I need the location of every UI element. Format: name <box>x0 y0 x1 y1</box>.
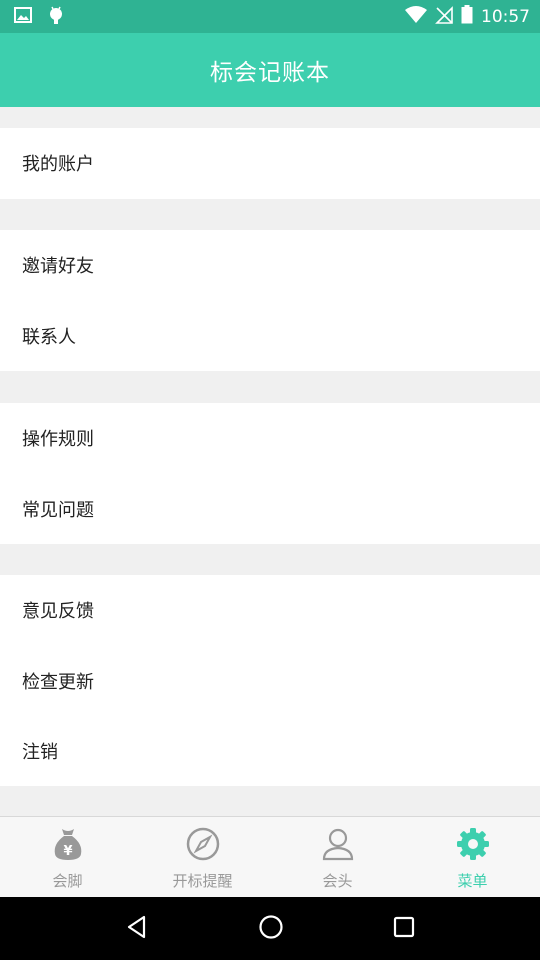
gear-icon <box>455 826 491 866</box>
menu-item-feedback[interactable]: 意见反馈 <box>0 575 540 646</box>
clock: 10:57 <box>481 6 530 27</box>
compass-icon <box>185 826 221 866</box>
menu-item-label: 常见问题 <box>22 499 94 521</box>
menu-group-social: 邀请好友 联系人 <box>0 230 540 371</box>
tab-organizer[interactable]: 会头 <box>270 817 405 897</box>
menu-item-rules[interactable]: 操作规则 <box>0 403 540 474</box>
menu-group-system: 意见反馈 检查更新 注销 <box>0 575 540 786</box>
svg-text:¥: ¥ <box>63 844 72 859</box>
recents-icon[interactable] <box>392 915 416 943</box>
wifi-icon <box>405 5 427 28</box>
menu-item-my-account[interactable]: 我的账户 <box>0 128 540 199</box>
menu-item-label: 注销 <box>22 742 58 764</box>
system-nav-bar <box>0 897 540 960</box>
menu-item-label: 邀请好友 <box>22 256 94 278</box>
tab-label: 会头 <box>322 872 353 890</box>
menu-item-invite-friends[interactable]: 邀请好友 <box>0 230 540 301</box>
battery-icon <box>461 5 473 28</box>
image-icon <box>14 6 32 27</box>
menu-item-contacts[interactable]: 联系人 <box>0 301 540 372</box>
menu-item-check-update[interactable]: 检查更新 <box>0 646 540 717</box>
tab-menu[interactable]: 菜单 <box>405 817 540 897</box>
menu-item-label: 联系人 <box>22 326 76 348</box>
menu-item-label: 检查更新 <box>22 671 94 693</box>
menu-item-label: 我的账户 <box>22 154 94 176</box>
back-icon[interactable] <box>124 914 150 944</box>
no-sim-icon <box>435 5 453 28</box>
menu-item-logout[interactable]: 注销 <box>0 716 540 787</box>
tab-label: 会脚 <box>52 872 83 890</box>
menu-group-help: 操作规则 常见问题 <box>0 403 540 544</box>
menu-item-faq[interactable]: 常见问题 <box>0 474 540 545</box>
tab-label: 菜单 <box>457 872 488 890</box>
person-icon <box>320 826 356 866</box>
menu-item-label: 操作规则 <box>22 429 94 451</box>
menu-list: 我的账户 邀请好友 联系人 操作规则 常见问题 意见反馈 检查更新 注销 <box>0 107 540 816</box>
money-bag-icon: ¥ <box>50 826 86 866</box>
page-title: 标会记账本 <box>210 60 330 86</box>
tab-bid-reminder[interactable]: 开标提醒 <box>135 817 270 897</box>
android-icon <box>48 6 64 28</box>
app-bar: 标会记账本 <box>0 33 540 107</box>
home-icon[interactable] <box>258 914 284 944</box>
menu-item-label: 意见反馈 <box>22 601 94 623</box>
status-bar: 10:57 <box>0 0 540 33</box>
tab-members[interactable]: ¥ 会脚 <box>0 817 135 897</box>
tab-label: 开标提醒 <box>172 872 233 890</box>
menu-group-account: 我的账户 <box>0 128 540 199</box>
bottom-tab-bar: ¥ 会脚 开标提醒 会头 菜单 <box>0 816 540 897</box>
